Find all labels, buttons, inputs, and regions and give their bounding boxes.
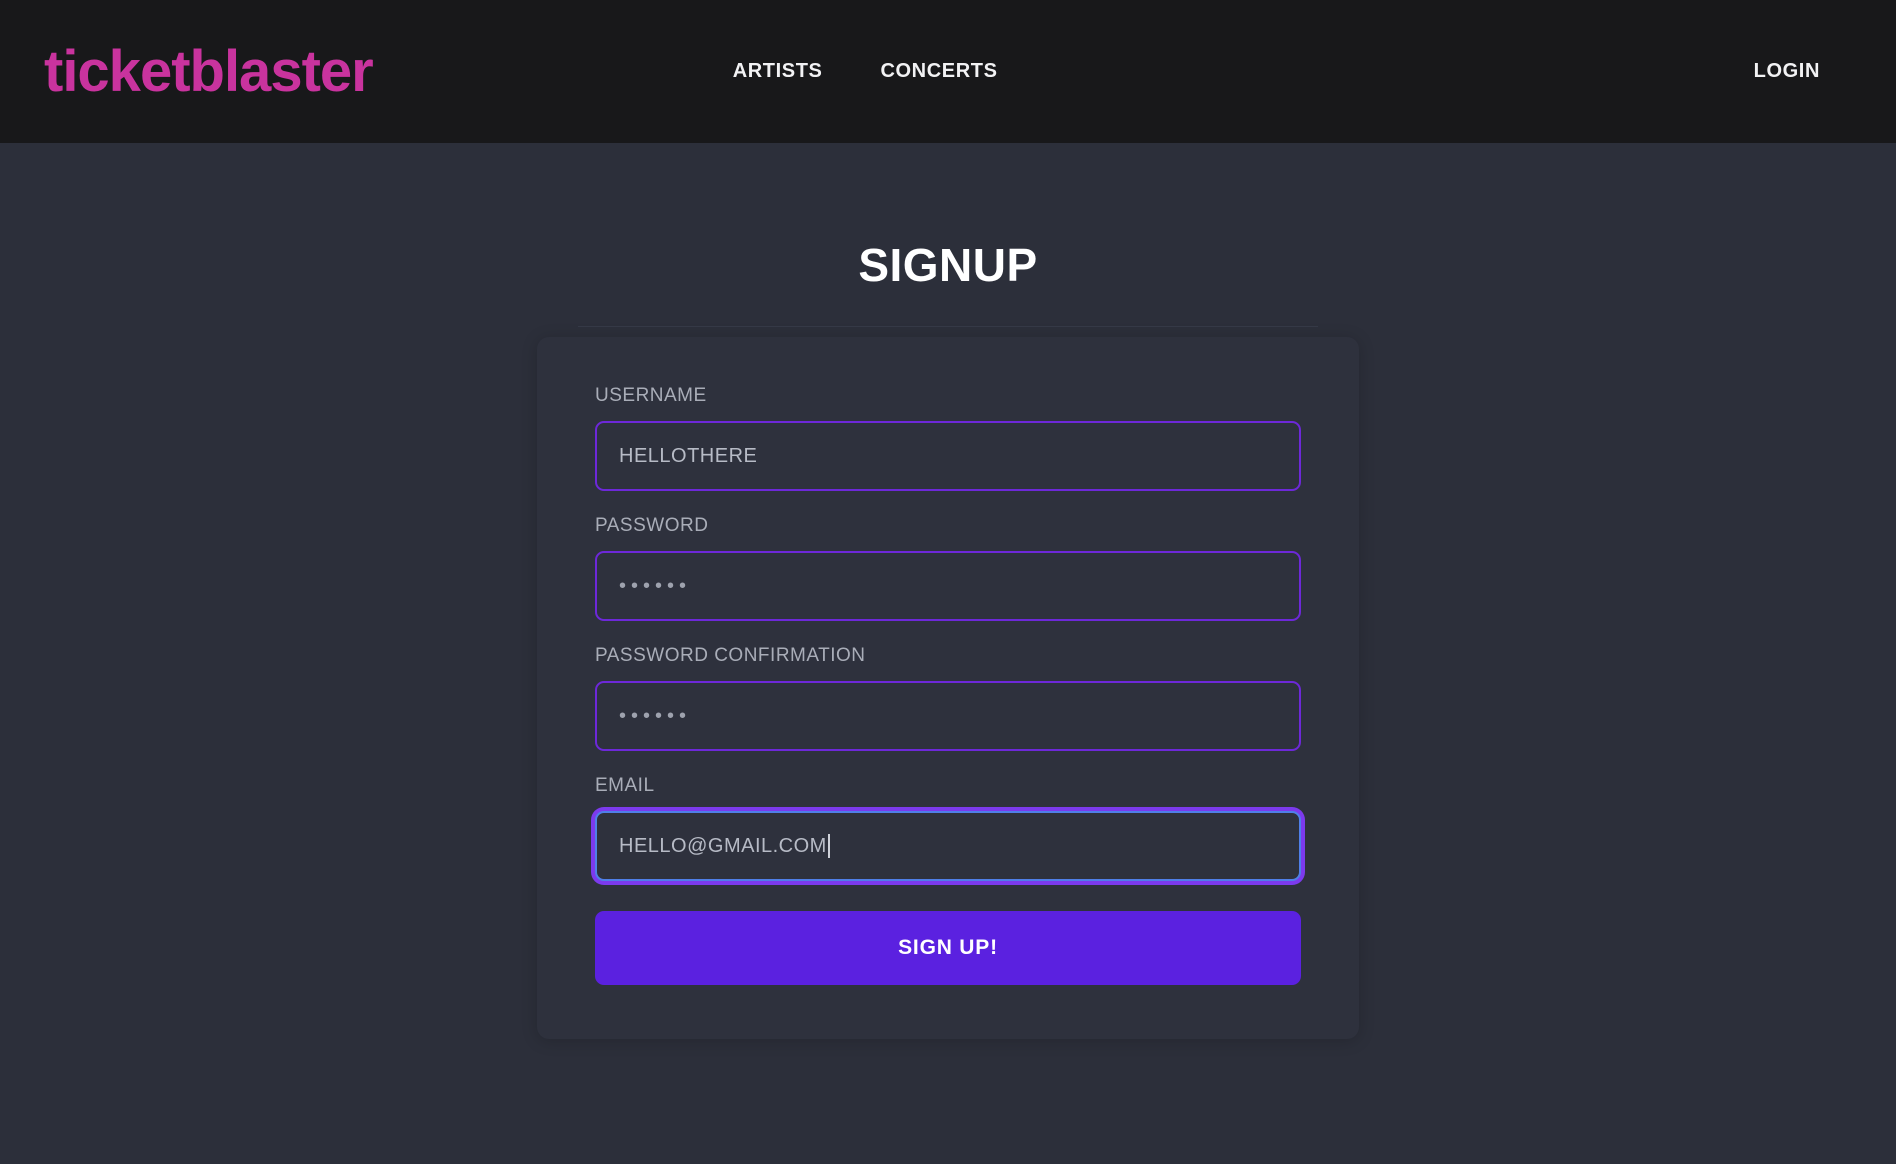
field-password-confirmation: PASSWORD CONFIRMATION •••••• [595,645,1301,751]
site-header: ticketblaster ARTISTS CONCERTS LOGIN [0,0,1896,143]
field-password: PASSWORD •••••• [595,515,1301,621]
label-email: EMAIL [595,775,655,796]
password-confirmation-input[interactable]: •••••• [595,681,1301,751]
label-username: USERNAME [595,385,707,406]
nav-link-artists[interactable]: ARTISTS [733,60,823,83]
field-username: USERNAME HELLOTHERE [595,385,1301,491]
field-email: EMAIL HELLO@GMAIL.COM [595,775,1301,881]
title-divider [578,326,1318,327]
brand-logo[interactable]: ticketblaster [44,42,374,101]
password-input-value: •••••• [619,575,692,597]
signup-form: USERNAME HELLOTHERE PASSWORD •••••• PASS… [537,337,1359,1039]
email-input[interactable]: HELLO@GMAIL.COM [595,811,1301,881]
nav-link-concerts[interactable]: CONCERTS [880,60,997,83]
username-input[interactable]: HELLOTHERE [595,421,1301,491]
page-title: SIGNUP [858,239,1038,291]
sign-up-button[interactable]: SIGN UP! [595,911,1301,985]
primary-nav: ARTISTS CONCERTS [733,60,998,83]
nav-right-group: LOGIN [1754,60,1852,83]
label-password: PASSWORD [595,515,709,536]
signup-page: SIGNUP USERNAME HELLOTHERE PASSWORD ••••… [0,143,1896,1164]
text-caret [827,834,830,858]
username-input-value: HELLOTHERE [619,444,758,467]
nav-link-login[interactable]: LOGIN [1754,60,1820,83]
label-password-confirmation: PASSWORD CONFIRMATION [595,645,866,666]
password-input[interactable]: •••••• [595,551,1301,621]
password-confirmation-input-value: •••••• [619,705,692,727]
email-input-value: HELLO@GMAIL.COM [619,834,827,857]
